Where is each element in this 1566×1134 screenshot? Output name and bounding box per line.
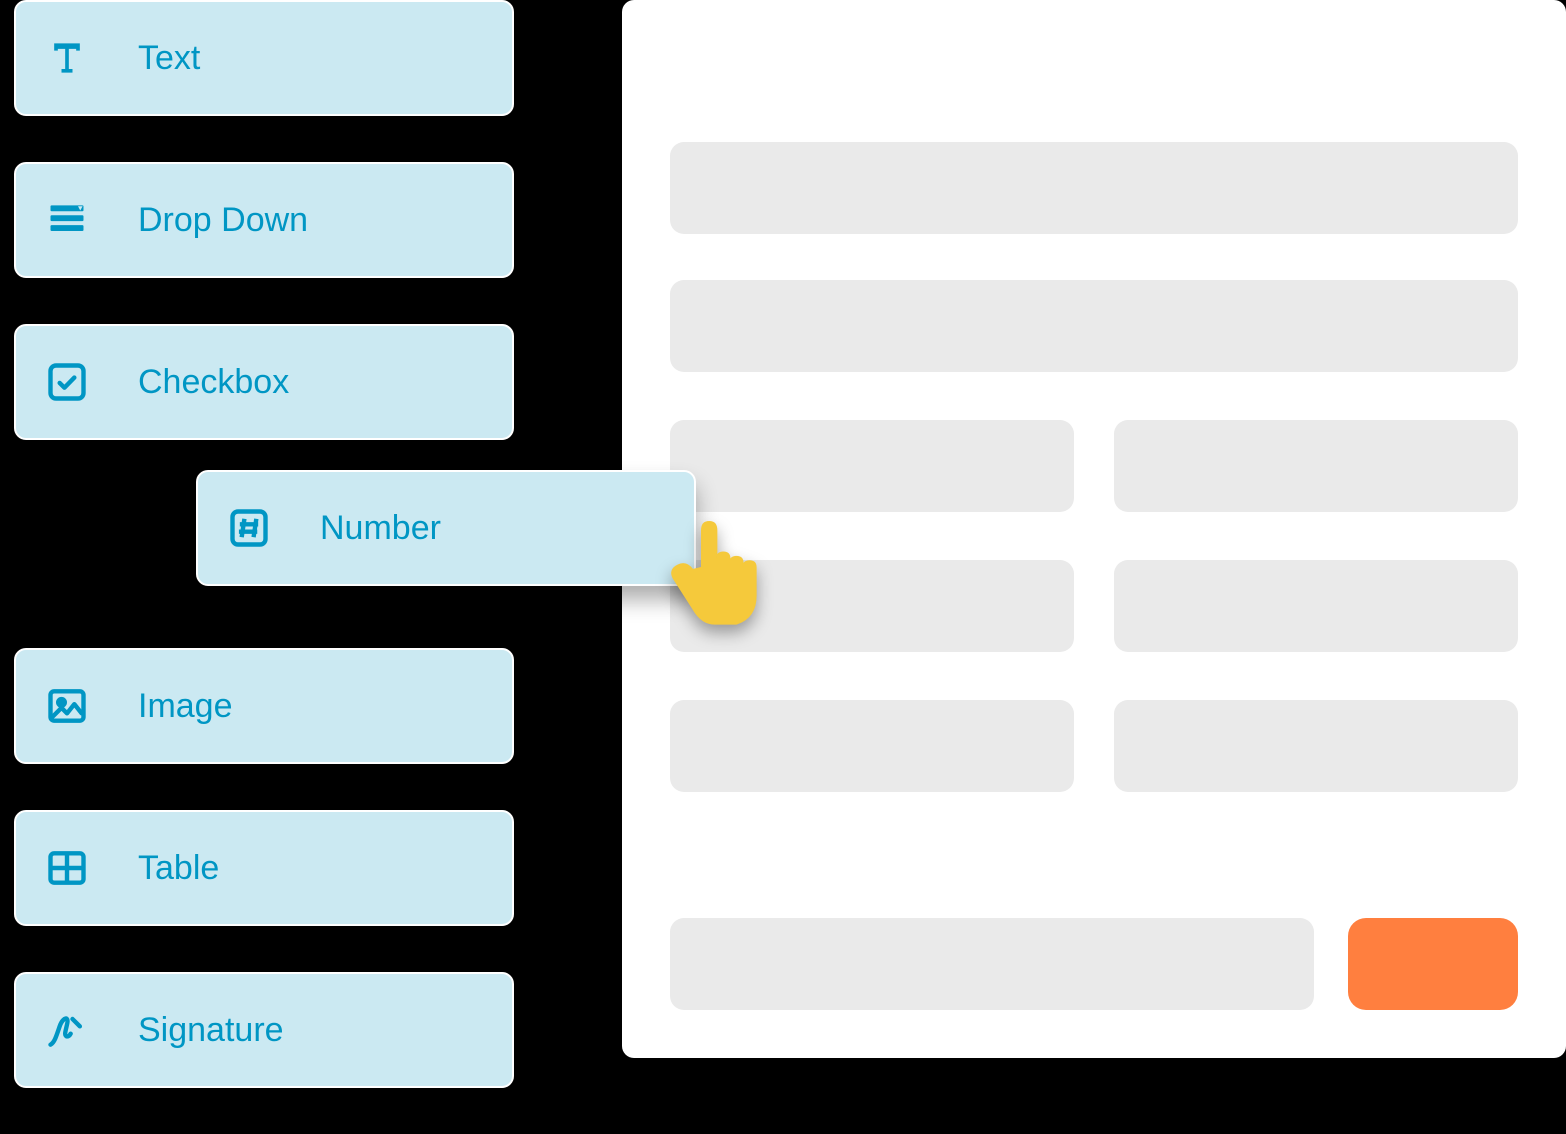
- signature-icon: [40, 1003, 94, 1057]
- submit-button[interactable]: [1348, 918, 1518, 1010]
- form-field-placeholder[interactable]: [670, 142, 1518, 234]
- pointer-hand-cursor: [664, 515, 774, 635]
- table-icon: [40, 841, 94, 895]
- palette-item-label: Checkbox: [138, 363, 289, 402]
- form-row: [670, 700, 1518, 792]
- dropdown-icon: [40, 193, 94, 247]
- form-row: [670, 420, 1518, 512]
- palette-item-signature[interactable]: Signature: [14, 972, 514, 1088]
- form-field-placeholder[interactable]: [1114, 700, 1518, 792]
- text-icon: [40, 31, 94, 85]
- form-footer: [670, 918, 1518, 1010]
- form-field-placeholder[interactable]: [670, 420, 1074, 512]
- palette-item-label: Drop Down: [138, 201, 308, 240]
- palette-item-number-dragging[interactable]: Number: [196, 470, 696, 586]
- form-field-placeholder[interactable]: [670, 280, 1518, 372]
- form-row: [670, 560, 1518, 652]
- form-field-placeholder[interactable]: [670, 700, 1074, 792]
- palette-item-label: Text: [138, 39, 200, 78]
- palette-item-label: Image: [138, 687, 233, 726]
- palette-item-text[interactable]: Text: [14, 0, 514, 116]
- palette-item-label: Table: [138, 849, 219, 888]
- image-icon: [40, 679, 94, 733]
- palette-item-label: Signature: [138, 1011, 284, 1050]
- palette-item-table[interactable]: Table: [14, 810, 514, 926]
- form-field-placeholder[interactable]: [670, 918, 1314, 1010]
- number-icon: [222, 501, 276, 555]
- palette-item-dropdown[interactable]: Drop Down: [14, 162, 514, 278]
- checkbox-icon: [40, 355, 94, 409]
- form-field-placeholder[interactable]: [1114, 560, 1518, 652]
- form-field-placeholder[interactable]: [1114, 420, 1518, 512]
- palette-item-image[interactable]: Image: [14, 648, 514, 764]
- palette-item-label: Number: [320, 509, 441, 548]
- palette-item-checkbox[interactable]: Checkbox: [14, 324, 514, 440]
